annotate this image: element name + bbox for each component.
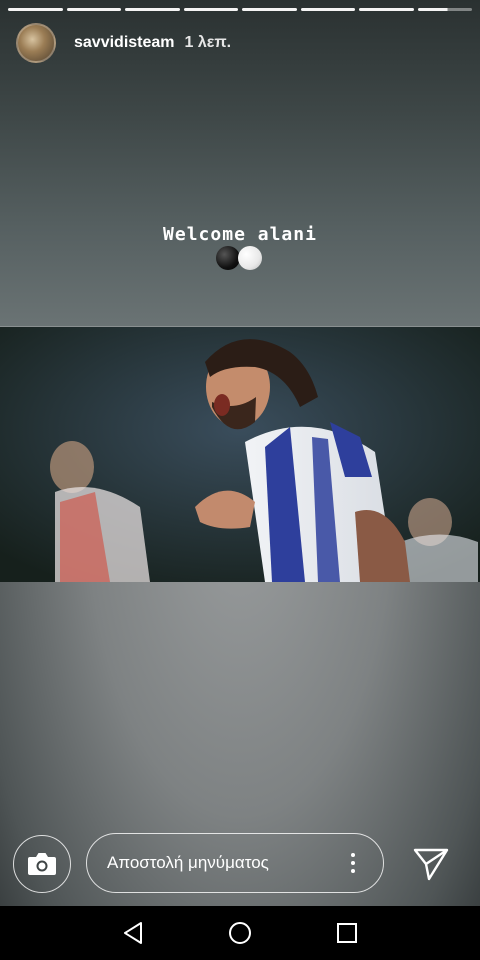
progress-segment [8,8,63,11]
nav-home-icon [228,922,251,944]
nav-recents-icon [336,923,357,943]
progress-segment [125,8,180,11]
nav-home-button[interactable] [226,919,254,947]
progress-segment [359,8,414,11]
message-placeholder: Αποστολή μηνύματος [107,853,269,872]
white-circle-emoji [238,246,262,270]
more-vertical-icon[interactable] [343,848,363,878]
black-circle-emoji [216,246,240,270]
progress-segment-current [417,8,472,11]
progress-segment [66,8,121,11]
nav-recents-button[interactable] [333,919,361,947]
progress-segment [183,8,238,11]
system-navigation-bar [0,906,480,960]
story-photo [0,326,480,582]
progress-segment [300,8,355,11]
send-button[interactable] [412,846,450,882]
reply-bar: Αποστολή μηνύματος [0,830,480,900]
story-caption: Welcome alani [163,224,317,245]
story-progress-bar [8,8,472,11]
story-viewer[interactable]: savvidisteam 1 λεπ. Welcome alani Αποστο… [0,0,480,906]
username[interactable]: savvidisteam [74,34,175,52]
send-icon [413,848,449,881]
nav-back-button[interactable] [119,919,147,947]
story-header: savvidisteam 1 λεπ. [16,22,231,64]
player-photo-illustration [0,327,480,582]
post-time: 1 λεπ. [184,34,232,51]
camera-button[interactable] [13,835,71,893]
camera-icon [28,853,56,875]
nav-back-icon [124,922,143,944]
message-input[interactable]: Αποστολή μηνύματος [86,833,384,893]
ball-emojis [216,246,262,270]
progress-segment [242,8,297,11]
avatar[interactable] [16,23,56,63]
